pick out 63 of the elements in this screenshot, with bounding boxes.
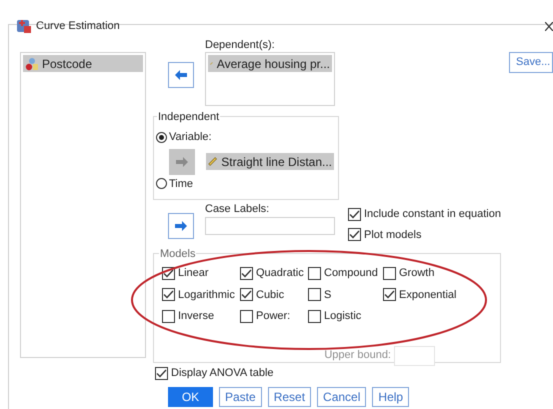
close-icon[interactable] [545,22,553,30]
checkbox-label: Display ANOVA table [171,366,274,381]
field-label: Case Labels: [205,202,270,217]
ruler-icon [208,155,218,168]
checkbox[interactable] [240,266,253,280]
group-title: Independent [157,109,220,126]
checkmark-icon [163,268,174,279]
checkmark-icon [349,229,360,240]
checkbox[interactable] [240,310,253,323]
checkbox-label: Inverse [178,309,214,324]
dialog-button[interactable]: Reset [268,386,312,406]
move-button[interactable] [168,213,194,239]
checkbox-label: Power: [256,309,290,324]
list-item[interactable]: Average housing pr... [208,55,332,72]
checkbox[interactable] [162,310,175,323]
dialog-button[interactable]: OK [168,386,213,406]
arrow-icon [176,156,188,166]
checkbox-label: Growth [399,266,434,281]
checkmark-icon [156,368,167,379]
checkbox-label: Quadratic [256,266,304,281]
app-icon [16,18,32,34]
checkmark-icon [163,289,174,300]
dialog-button[interactable]: Help [372,386,410,406]
case-labels-field[interactable] [205,217,335,235]
arrow-icon [175,70,187,80]
checkbox[interactable] [240,288,253,302]
checkbox-label: Cubic [256,288,284,302]
checkbox[interactable] [155,366,168,380]
checkmark-icon [349,208,360,220]
checkbox[interactable] [348,228,361,242]
field-label: Upper bound: [324,348,391,364]
dialog-button[interactable]: Paste [219,386,262,406]
radio-label: Time [169,176,194,192]
field-label: Dependent(s): [205,39,276,52]
checkbox[interactable] [308,310,321,323]
checkbox-label: Exponential [399,288,456,302]
checkbox[interactable] [308,266,321,280]
checkbox[interactable] [383,288,396,302]
checkbox-label: Linear [178,266,209,281]
variable-field[interactable]: Straight line Distan... [206,153,334,170]
window-title: Curve Estimation [36,18,120,34]
checkbox[interactable] [348,208,361,221]
radio-button[interactable] [156,178,167,190]
checkmark-icon [241,268,252,279]
checkbox[interactable] [308,288,321,302]
checkbox-label: Logistic [324,309,362,324]
checkbox-label: Plot models [364,228,422,242]
checkbox[interactable] [162,288,175,302]
checkmark-icon [241,289,252,300]
checkbox-label: Include constant in equation [364,207,501,222]
checkmark-icon [384,289,395,300]
checkbox-label: Logarithmic [178,288,235,302]
dialog-button[interactable]: Cancel [317,386,366,406]
move-button[interactable] [168,62,194,88]
radio-label: Variable: [169,130,212,145]
nominal-variable-icon [25,56,39,70]
checkbox-label: Compound [324,266,378,281]
arrow-icon [175,221,187,231]
list-item[interactable]: Postcode [23,55,143,72]
checkbox[interactable] [383,266,396,280]
save-button[interactable]: Save... [509,52,553,73]
checkbox-label: S [324,288,332,302]
radio-button[interactable] [156,132,167,143]
